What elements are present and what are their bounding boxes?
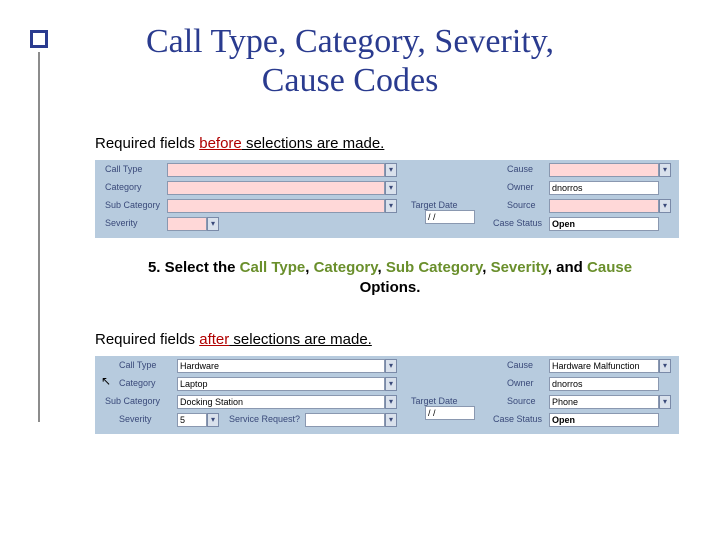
field-name: Severity [491, 259, 548, 276]
chevron-down-icon[interactable]: ▾ [385, 377, 397, 391]
required-after-line: Required fields after selections are mad… [95, 331, 685, 348]
chevron-down-icon[interactable]: ▾ [385, 395, 397, 409]
vertical-rule [38, 52, 40, 422]
text: , [305, 259, 313, 276]
text: Select the [160, 259, 239, 276]
emph-before: before [199, 135, 242, 152]
target-date-label: Target Date [411, 396, 458, 406]
field-name: Sub Category [386, 259, 482, 276]
chevron-down-icon[interactable]: ▾ [659, 359, 671, 373]
category-label: Category [105, 182, 142, 192]
cause-label: Cause [507, 164, 533, 174]
field-name: Category [314, 259, 378, 276]
chevron-down-icon[interactable]: ▾ [385, 163, 397, 177]
source-field[interactable]: Phone [549, 395, 659, 409]
text: , and [548, 259, 587, 276]
chevron-down-icon[interactable]: ▾ [385, 181, 397, 195]
severity-field[interactable] [167, 217, 207, 231]
text: Options. [360, 279, 421, 296]
owner-field[interactable]: dnorros [549, 181, 659, 195]
category-field[interactable]: Laptop [177, 377, 385, 391]
page-title: Call Type, Category, Severity, Cause Cod… [120, 22, 580, 100]
text: selections are made. [242, 135, 385, 152]
target-date-label: Target Date [411, 200, 458, 210]
cursor-icon: ↖ [101, 374, 111, 388]
service-request-field[interactable] [305, 413, 385, 427]
severity-label: Severity [105, 218, 138, 228]
category-label: Category [119, 378, 156, 388]
chevron-down-icon[interactable]: ▾ [385, 359, 397, 373]
owner-label: Owner [507, 182, 534, 192]
source-label: Source [507, 200, 536, 210]
text: Required fields [95, 135, 199, 152]
sub-category-label: Sub Category [105, 200, 160, 210]
accent-square [30, 30, 48, 48]
field-name: Call Type [240, 259, 306, 276]
source-field[interactable] [549, 199, 659, 213]
call-type-label: Call Type [105, 164, 142, 174]
severity-label: Severity [119, 414, 152, 424]
case-status-field: Open [549, 413, 659, 427]
cause-field[interactable]: Hardware Malfunction [549, 359, 659, 373]
case-status-label: Case Status [493, 218, 542, 228]
case-status-label: Case Status [493, 414, 542, 424]
call-type-label: Call Type [119, 360, 156, 370]
text: , [377, 259, 385, 276]
cause-label: Cause [507, 360, 533, 370]
chevron-down-icon[interactable]: ▾ [659, 199, 671, 213]
chevron-down-icon[interactable]: ▾ [385, 413, 397, 427]
chevron-down-icon[interactable]: ▾ [385, 199, 397, 213]
service-request-label: Service Request? [229, 414, 300, 424]
case-status-field: Open [549, 217, 659, 231]
content: Required fields before selections are ma… [95, 135, 685, 454]
text: , [482, 259, 490, 276]
step-number: 5. [148, 259, 161, 276]
chevron-down-icon[interactable]: ▾ [207, 413, 219, 427]
sub-category-field[interactable]: Docking Station [177, 395, 385, 409]
target-date-field[interactable]: / / [425, 210, 475, 224]
sub-category-field[interactable] [167, 199, 385, 213]
owner-field[interactable]: dnorros [549, 377, 659, 391]
chevron-down-icon[interactable]: ▾ [207, 217, 219, 231]
call-type-field[interactable]: Hardware [177, 359, 385, 373]
cause-field[interactable] [549, 163, 659, 177]
chevron-down-icon[interactable]: ▾ [659, 395, 671, 409]
target-date-field[interactable]: / / [425, 406, 475, 420]
chevron-down-icon[interactable]: ▾ [659, 163, 671, 177]
required-before-line: Required fields before selections are ma… [95, 135, 685, 152]
step-5: 5. Select the Call Type, Category, Sub C… [135, 258, 645, 299]
text: Required fields [95, 331, 199, 348]
form-before: Call Type ▾ Cause ▾ Category ▾ Owner dno… [95, 160, 679, 238]
owner-label: Owner [507, 378, 534, 388]
text: selections are made. [229, 331, 372, 348]
field-name: Cause [587, 259, 632, 276]
sub-category-label: Sub Category [105, 396, 160, 406]
emph-after: after [199, 331, 229, 348]
form-after: ↖ Call Type Hardware ▾ Cause Hardware Ma… [95, 356, 679, 434]
severity-field[interactable]: 5 [177, 413, 207, 427]
source-label: Source [507, 396, 536, 406]
category-field[interactable] [167, 181, 385, 195]
call-type-field[interactable] [167, 163, 385, 177]
